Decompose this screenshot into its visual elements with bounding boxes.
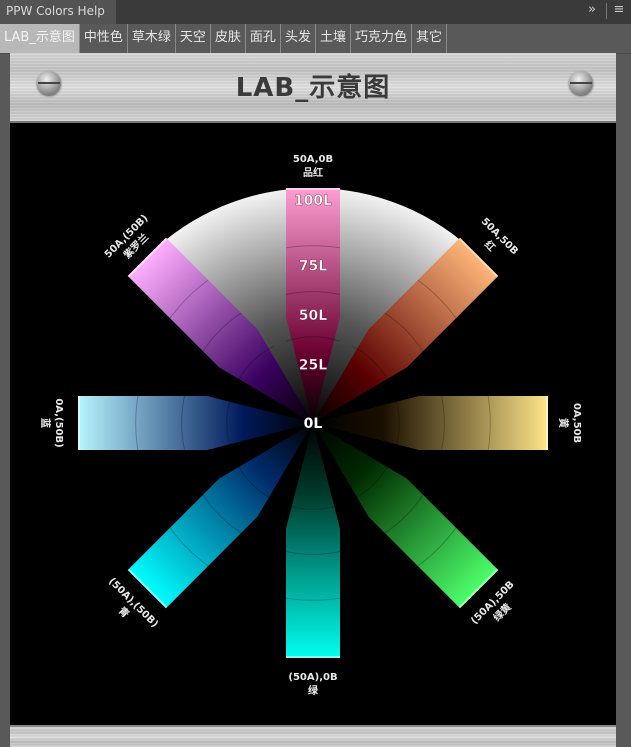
arm-bar bbox=[313, 396, 548, 450]
screw-icon bbox=[569, 71, 593, 95]
hamburger-menu-icon[interactable]: ≡ bbox=[609, 0, 629, 22]
tab-bar: LAB_示意图 中性色 草木绿 天空 皮肤 面孔 头发 土壤 巧克力色 其它 bbox=[0, 24, 631, 54]
color-name-label: 蓝 bbox=[39, 418, 52, 428]
color-name-label: 绿 bbox=[308, 684, 319, 697]
page-title: LAB_示意图 bbox=[235, 73, 391, 103]
arm-label-green: (50A),0B绿 bbox=[288, 672, 337, 697]
double-chevron-right-icon[interactable]: » bbox=[582, 0, 602, 22]
arm-bar bbox=[78, 396, 313, 450]
tab-foliage-green[interactable]: 草木绿 bbox=[128, 24, 176, 53]
content-area: LAB_示意图 50A,0B 品红 50A,50B 红 0A,50B 黄 (50A),50B… bbox=[10, 53, 616, 747]
arm-bar bbox=[286, 423, 340, 658]
arm-label-magenta: 50A,0B品红 bbox=[293, 154, 333, 179]
titlebar-divider bbox=[606, 3, 607, 19]
tab-soil[interactable]: 土壤 bbox=[316, 24, 351, 53]
ab-coordinate-label: 50A,50B bbox=[479, 216, 520, 257]
arm-end-cap bbox=[546, 396, 548, 450]
ab-coordinate-label: 0A,(50B) bbox=[53, 398, 64, 447]
arm-end-cap bbox=[286, 656, 340, 658]
arm-yellow bbox=[313, 395, 548, 451]
tab-lab-diagram[interactable]: LAB_示意图 bbox=[0, 24, 80, 53]
ab-coordinate-label: (50A),0B bbox=[288, 672, 337, 683]
lightness-label-50l: 50L bbox=[299, 308, 327, 324]
tab-face[interactable]: 面孔 bbox=[246, 24, 281, 53]
color-name-label: 品红 bbox=[303, 166, 323, 179]
arm-end-cap bbox=[78, 396, 80, 450]
tab-skin[interactable]: 皮肤 bbox=[211, 24, 246, 53]
ab-coordinate-label: 0A,50B bbox=[571, 403, 582, 443]
arm-label-blue: 0A,(50B)蓝 bbox=[39, 398, 64, 447]
arm-label-yellow: 0A,50B黄 bbox=[557, 403, 582, 443]
tab-other[interactable]: 其它 bbox=[412, 24, 447, 53]
header-plate: LAB_示意图 bbox=[10, 53, 616, 123]
lightness-label-100l: 100L bbox=[294, 193, 332, 209]
panel-title: PPW Colors Help bbox=[0, 0, 116, 24]
tab-sky[interactable]: 天空 bbox=[176, 24, 211, 53]
color-name-label: 黄 bbox=[557, 418, 570, 428]
lab-diagram: 50A,0B品红50A,50B红0A,50B黄(50A),50B绿黄(50A),… bbox=[39, 154, 582, 697]
panel-titlebar: PPW Colors Help » ≡ bbox=[0, 0, 631, 24]
arm-blue bbox=[78, 395, 313, 451]
lightness-label-75l: 75L bbox=[299, 259, 327, 275]
arm-end-cap bbox=[286, 188, 340, 190]
arm-green bbox=[285, 423, 341, 658]
footer-plate bbox=[10, 725, 616, 747]
tab-hair[interactable]: 头发 bbox=[281, 24, 316, 53]
center-lightness-label: 0L bbox=[304, 416, 323, 432]
tab-chocolate[interactable]: 巧克力色 bbox=[351, 24, 412, 53]
tab-neutral[interactable]: 中性色 bbox=[80, 24, 128, 53]
lightness-label-25l: 25L bbox=[299, 357, 327, 373]
ab-coordinate-label: 50A,0B bbox=[293, 154, 333, 165]
